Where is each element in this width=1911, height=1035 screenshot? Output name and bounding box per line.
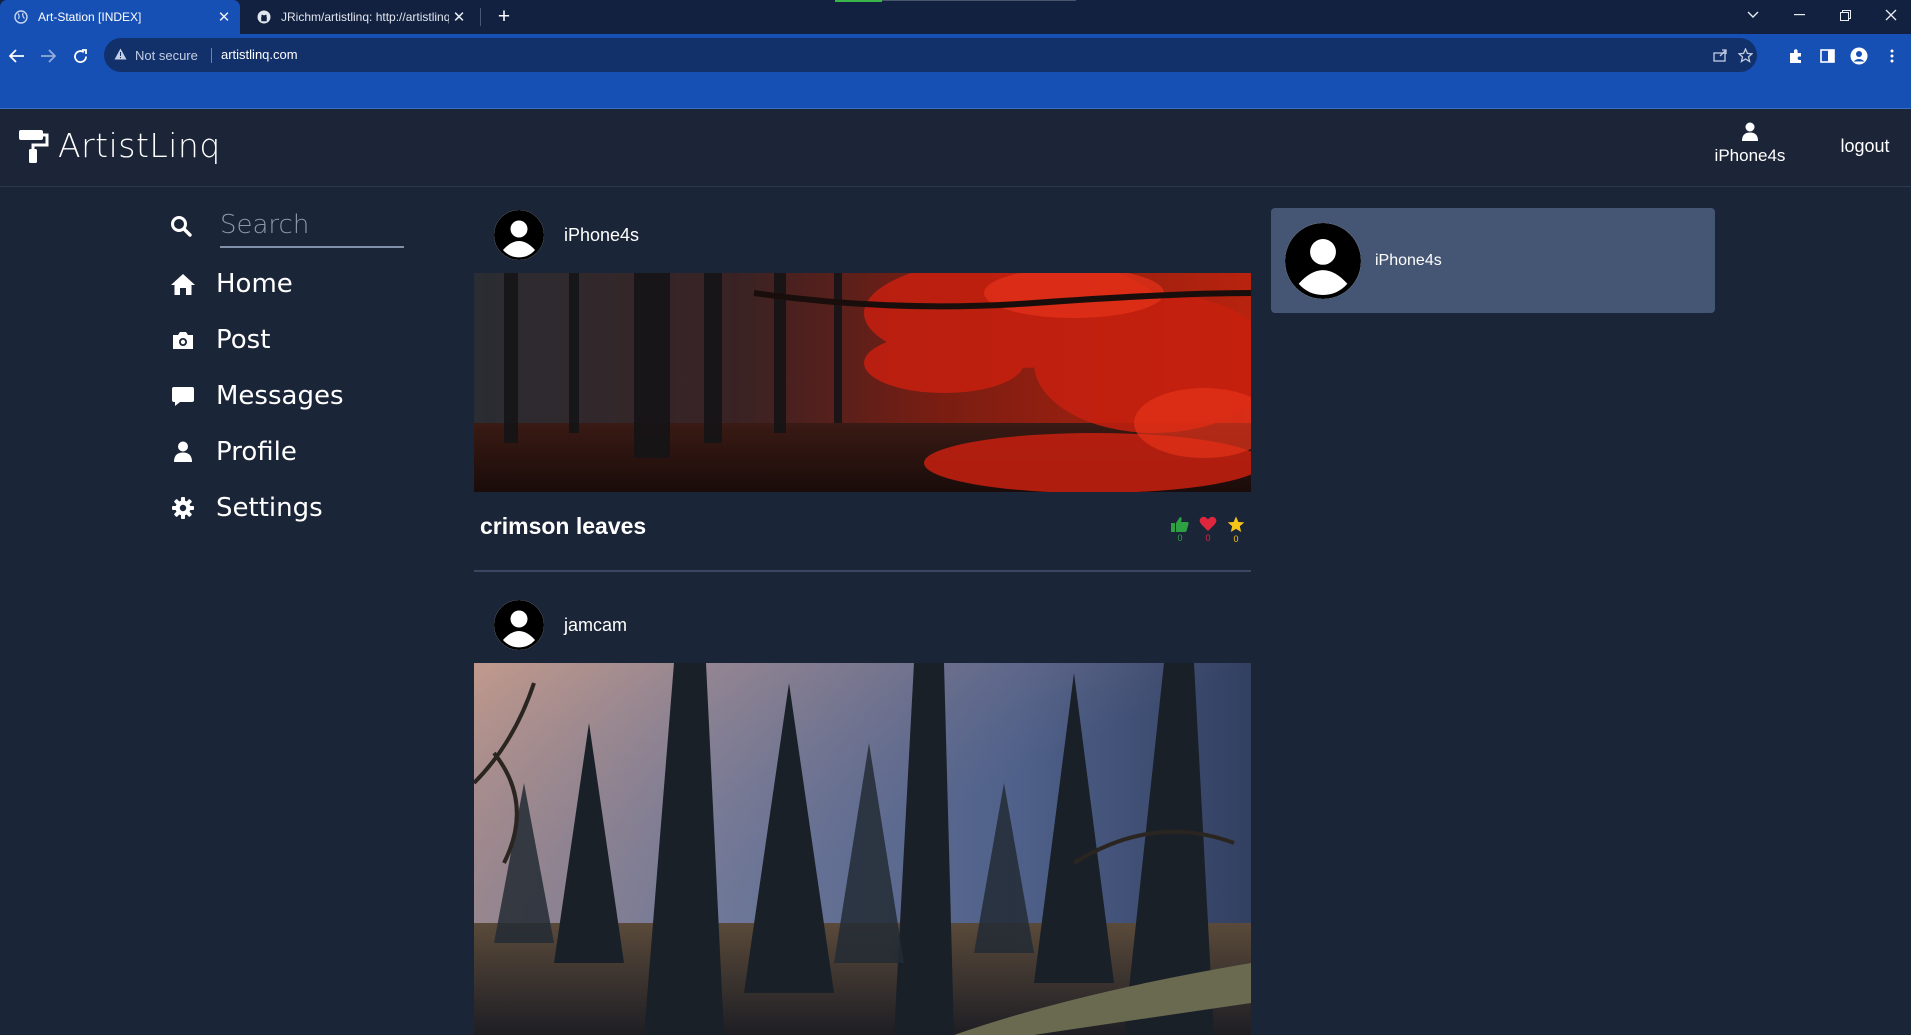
- post-author[interactable]: jamcam: [564, 615, 627, 636]
- post-author[interactable]: iPhone4s: [564, 225, 639, 246]
- sidebar-item-messages[interactable]: Messages: [170, 376, 344, 416]
- tabstrip-line: [882, 0, 1076, 1]
- post-divider: [474, 570, 1251, 572]
- bookmark-star-icon[interactable]: [1736, 46, 1754, 64]
- search-icon[interactable]: [170, 215, 192, 237]
- like-count: 0: [1177, 533, 1183, 543]
- avatar[interactable]: [494, 600, 544, 650]
- sidebar-item-home[interactable]: Home: [170, 264, 293, 304]
- github-icon: [257, 10, 271, 24]
- star-count: 0: [1233, 534, 1239, 544]
- card-username: iPhone4s: [1375, 251, 1442, 269]
- post-header: iPhone4s: [474, 209, 1251, 261]
- avatar: [1285, 222, 1361, 299]
- user-icon: [170, 439, 196, 465]
- sidebar-item-post[interactable]: Post: [170, 320, 270, 360]
- thumbs-up-icon: [1171, 517, 1189, 532]
- tab-title: JRichm/artistlinq: http://artistlinq: [281, 10, 449, 24]
- side-panel-icon[interactable]: [1813, 42, 1841, 70]
- share-icon[interactable]: [1711, 46, 1729, 64]
- browser-tab-inactive[interactable]: JRichm/artistlinq: http://artistlinq ✕: [243, 0, 475, 34]
- reload-icon[interactable]: [65, 42, 95, 70]
- warning-icon: [114, 48, 127, 63]
- sidebar-item-label: Settings: [216, 493, 323, 523]
- logout-link[interactable]: logout: [1820, 136, 1910, 157]
- browser-toolbar: Not secure artistlinq.com: [0, 34, 1911, 109]
- reaction-bar: 0 0 0: [1170, 516, 1246, 544]
- loading-indicator: [835, 0, 882, 2]
- sidebar-item-label: Messages: [216, 381, 344, 411]
- globe-icon: [14, 10, 28, 24]
- heart-count: 0: [1205, 533, 1211, 543]
- tab-search-icon[interactable]: [1730, 0, 1776, 30]
- sidebar-item-settings[interactable]: Settings: [170, 488, 323, 528]
- search-input[interactable]: [220, 204, 404, 248]
- restore-icon[interactable]: [1822, 0, 1868, 30]
- close-tab-icon[interactable]: ✕: [214, 8, 234, 26]
- close-window-icon[interactable]: [1868, 0, 1911, 30]
- profile-avatar-icon[interactable]: [1845, 42, 1873, 70]
- security-indicator[interactable]: Not secure: [114, 38, 198, 72]
- tab-separator: [480, 8, 481, 26]
- site-header: ArtistLinq iPhone4s logout: [0, 110, 1911, 187]
- tab-title: Art-Station [INDEX]: [38, 10, 142, 24]
- camera-icon: [170, 327, 196, 353]
- security-label: Not secure: [135, 47, 198, 63]
- header-profile-link[interactable]: iPhone4s: [1700, 122, 1800, 166]
- browser-tabstrip: Art-Station [INDEX] ✕ JRichm/artistlinq:…: [0, 0, 1911, 34]
- brand-name: ArtistLinq: [58, 126, 221, 165]
- home-icon: [170, 271, 196, 297]
- browser-tab-active[interactable]: Art-Station [INDEX] ✕: [0, 0, 240, 34]
- heart-button[interactable]: 0: [1198, 516, 1218, 544]
- sidebar-item-label: Home: [216, 269, 293, 299]
- post-header: jamcam: [474, 599, 1251, 651]
- post-title[interactable]: crimson leaves: [480, 513, 646, 540]
- post-image[interactable]: [474, 663, 1251, 1035]
- post-image[interactable]: [474, 273, 1251, 492]
- sidebar-item-label: Post: [216, 325, 271, 355]
- heart-icon: [1199, 516, 1217, 531]
- star-button[interactable]: 0: [1226, 516, 1246, 544]
- url-text: artistlinq.com: [221, 47, 298, 62]
- new-tab-icon[interactable]: +: [492, 4, 516, 30]
- user-card[interactable]: iPhone4s: [1271, 208, 1715, 313]
- back-icon[interactable]: [2, 42, 32, 70]
- header-username: iPhone4s: [1714, 146, 1786, 165]
- sidebar-item-profile[interactable]: Profile: [170, 432, 297, 472]
- user-icon: [1742, 122, 1758, 141]
- search-bar: [160, 200, 460, 248]
- omnibox-separator: [211, 48, 212, 63]
- kebab-menu-icon[interactable]: [1878, 42, 1906, 70]
- close-tab-icon[interactable]: ✕: [449, 8, 469, 26]
- brand-link[interactable]: ArtistLinq: [18, 126, 221, 165]
- star-icon: [1227, 516, 1245, 532]
- address-bar[interactable]: Not secure artistlinq.com: [104, 38, 1757, 72]
- message-icon: [170, 383, 196, 409]
- paint-roller-icon: [19, 129, 49, 163]
- forward-icon[interactable]: [33, 42, 63, 70]
- sidebar-item-label: Profile: [216, 437, 297, 467]
- minimize-icon[interactable]: [1776, 0, 1822, 30]
- gear-icon: [170, 495, 196, 521]
- avatar[interactable]: [494, 210, 544, 260]
- extensions-icon[interactable]: [1782, 42, 1810, 70]
- like-button[interactable]: 0: [1170, 516, 1190, 544]
